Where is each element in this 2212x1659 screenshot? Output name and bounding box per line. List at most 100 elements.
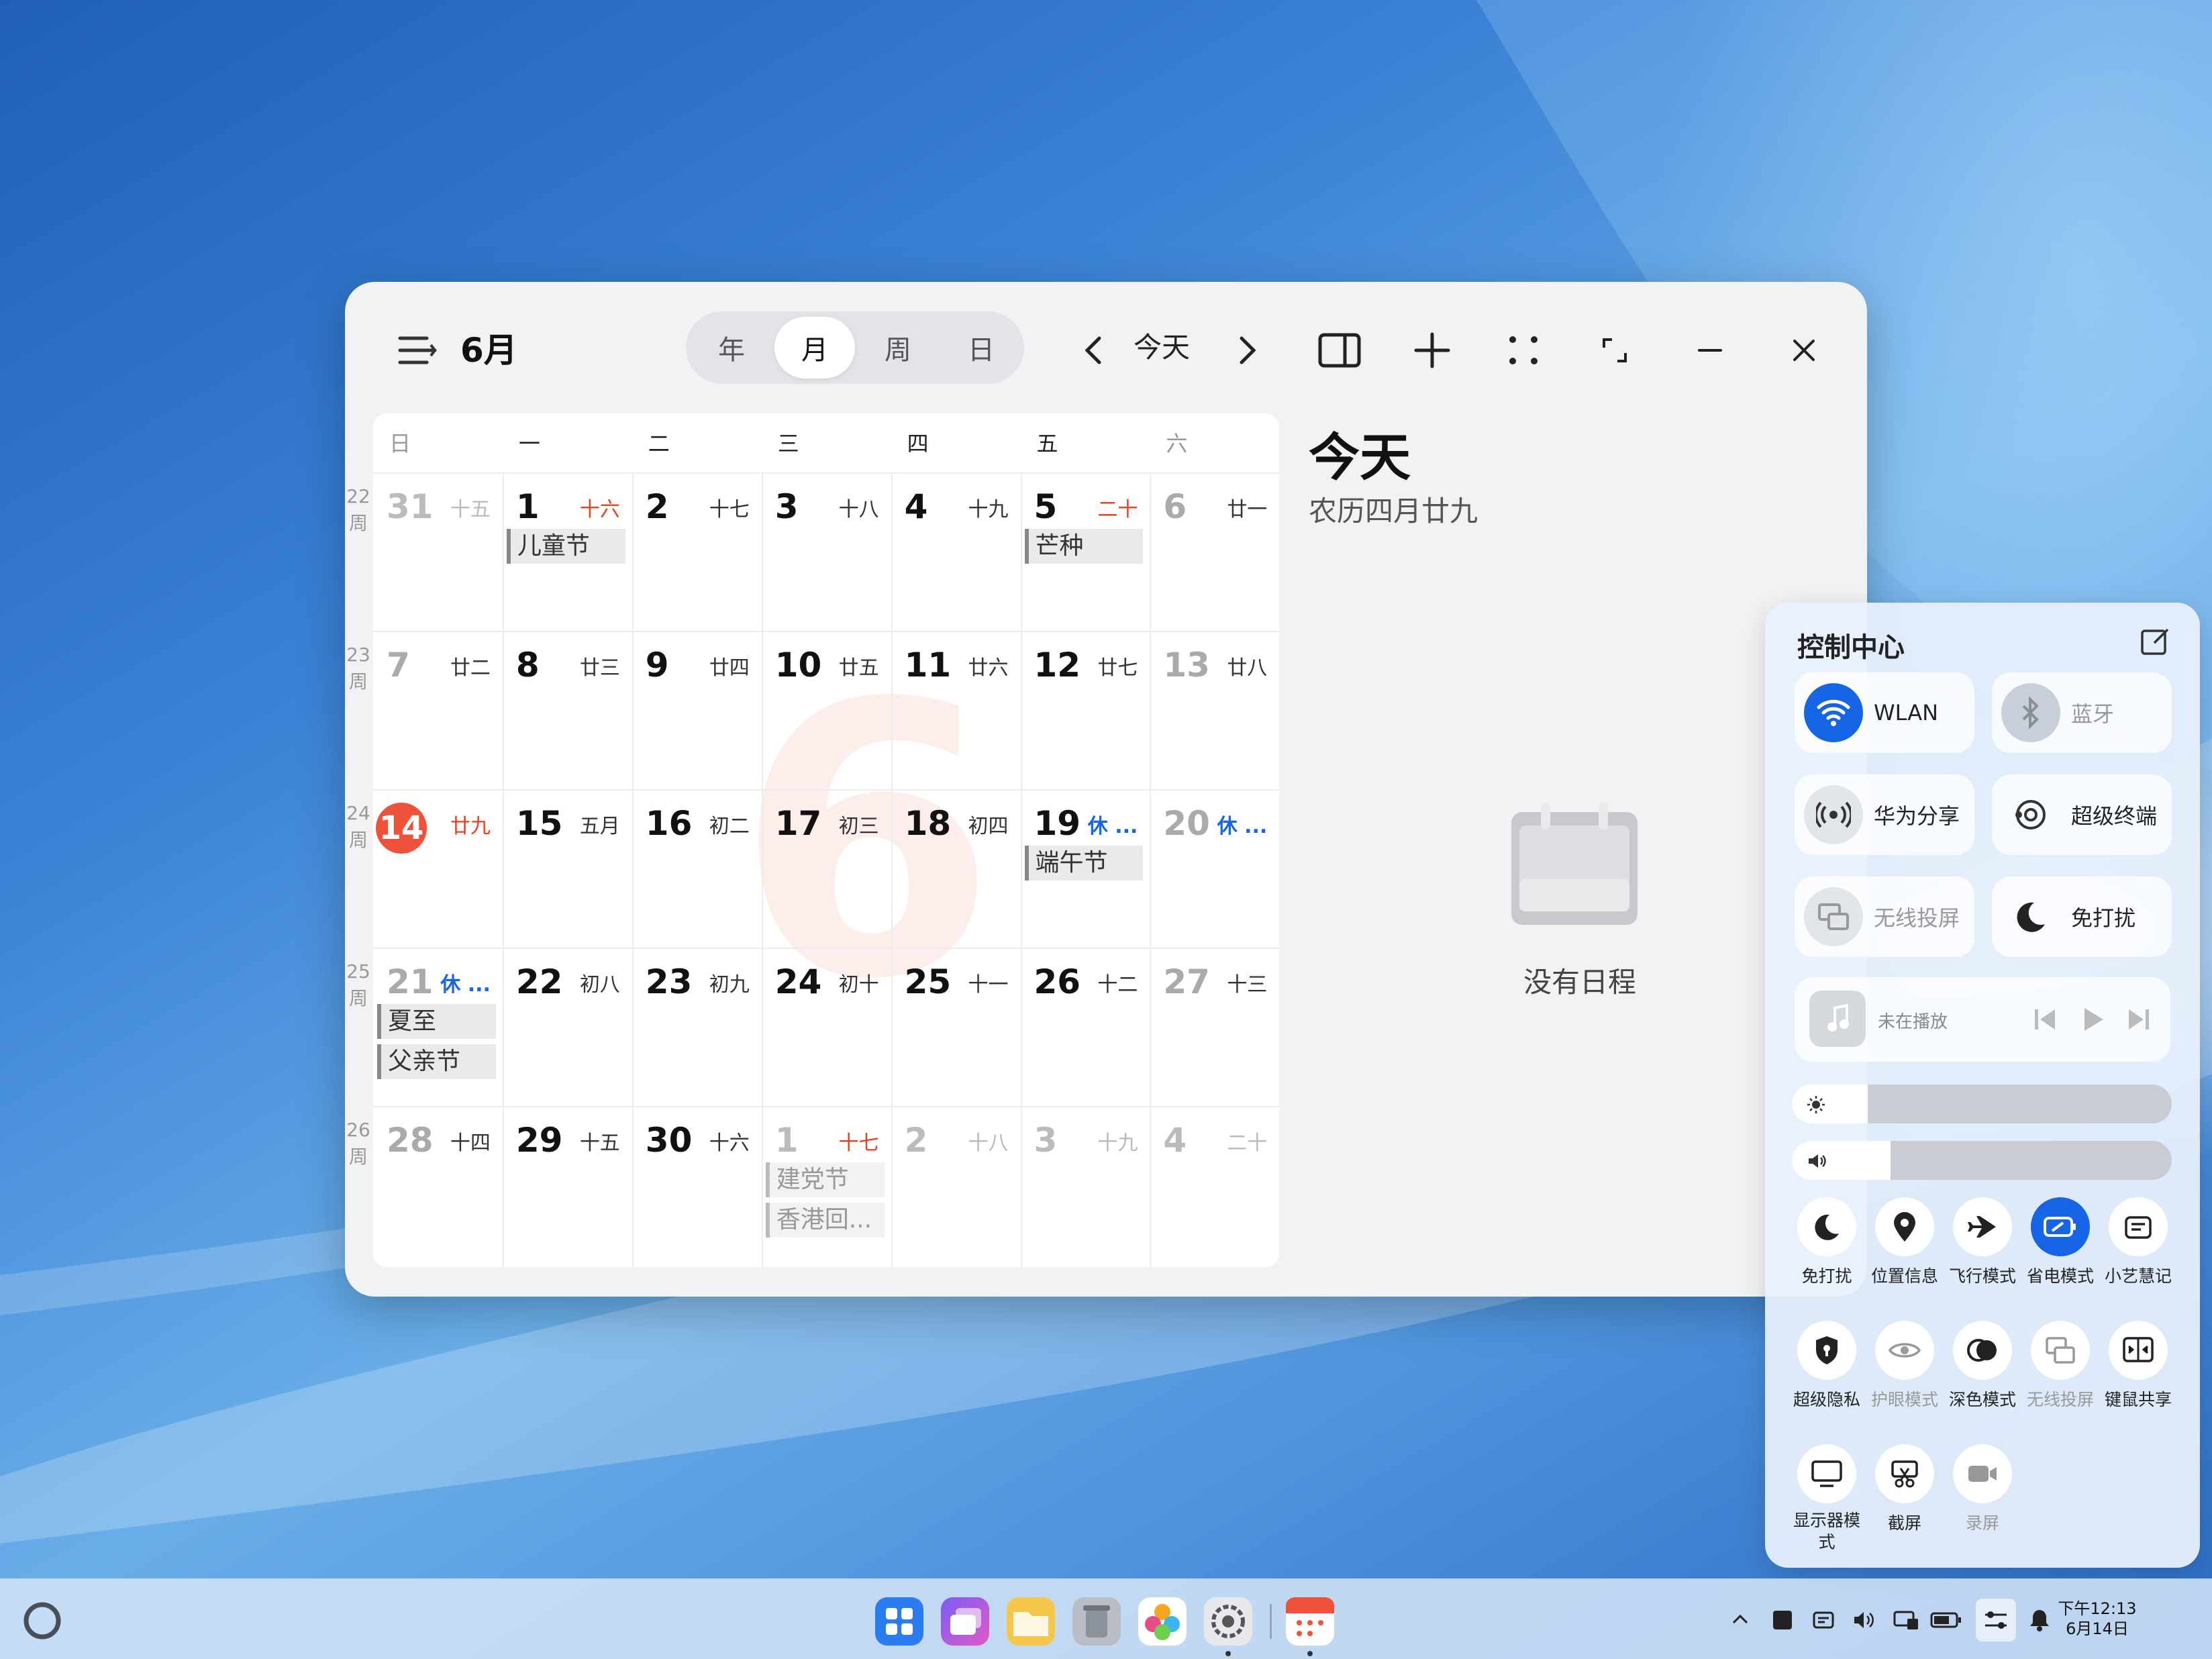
fullscreen-button[interactable]: [1588, 314, 1642, 387]
bluetooth-tile[interactable]: 蓝牙: [1992, 672, 2172, 753]
quick-location[interactable]: 位置信息: [1866, 1197, 1944, 1287]
tab-day[interactable]: 日: [941, 317, 1021, 379]
add-event-button[interactable]: [1405, 314, 1459, 387]
next-month-button[interactable]: [1224, 314, 1271, 387]
multitask-icon[interactable]: [941, 1597, 989, 1646]
day-number: 16: [645, 804, 693, 843]
lunar-day-label: 五月: [579, 815, 620, 838]
media-status: 未在播放: [1878, 1012, 1948, 1032]
day-number: 13: [1163, 646, 1210, 685]
gallery-icon[interactable]: [1138, 1597, 1187, 1646]
sidebar-toggle-button[interactable]: [385, 314, 450, 387]
quick-xiaoyi-notes[interactable]: 小艺慧记: [2099, 1197, 2177, 1287]
super-device-label: 超级终端: [2071, 803, 2158, 829]
next-track-icon[interactable]: [2125, 1007, 2152, 1032]
close-icon: [1793, 340, 1815, 361]
today-button[interactable]: 今天: [1134, 325, 1190, 366]
day-number: 29: [515, 1121, 563, 1160]
trash-icon[interactable]: [1072, 1597, 1121, 1646]
day-number: 17: [774, 804, 822, 843]
huawei-share-tile[interactable]: 华为分享: [1795, 774, 1974, 855]
edit-icon[interactable]: [2140, 625, 2172, 658]
quick-do-not-disturb[interactable]: 免打扰: [1788, 1197, 1866, 1287]
event-chip[interactable]: 夏至: [377, 1004, 496, 1039]
previous-track-icon[interactable]: [2032, 1007, 2059, 1032]
lunar-day-label: 廿二: [450, 656, 491, 680]
minimize-icon: [1698, 349, 1722, 352]
volume-icon[interactable]: [1852, 1609, 1876, 1631]
quick-dark-mode[interactable]: 深色模式: [1944, 1321, 2021, 1411]
event-chip[interactable]: 父亲节: [377, 1044, 496, 1079]
brightness-slider[interactable]: [1792, 1085, 2172, 1123]
settings-gear-icon[interactable]: [1204, 1597, 1252, 1646]
weekday-header: 五: [1036, 431, 1058, 456]
lunar-day-label: 廿四: [709, 656, 750, 680]
connection-icon[interactable]: [1893, 1609, 1919, 1631]
day-number: 4: [1163, 1121, 1187, 1160]
chevron-up-icon[interactable]: [1730, 1609, 1750, 1629]
lunar-day-label: 二十: [1227, 1132, 1268, 1155]
quick-screen-record[interactable]: 录屏: [1944, 1444, 2021, 1534]
fullscreen-icon: [1603, 338, 1627, 362]
day-number: 23: [645, 962, 693, 1001]
toggle-panel-button[interactable]: [1313, 314, 1366, 387]
event-chip[interactable]: 儿童节: [506, 529, 625, 564]
more-button[interactable]: [1497, 314, 1550, 387]
wlan-tile[interactable]: WLAN: [1795, 672, 1974, 753]
quick-wireless-projection[interactable]: 无线投屏: [2021, 1321, 2099, 1411]
tab-month[interactable]: 月: [774, 317, 855, 379]
control-center-toggle[interactable]: [1976, 1599, 2016, 1642]
notes-tray-icon[interactable]: [1812, 1609, 1835, 1631]
tab-year[interactable]: 年: [691, 317, 772, 379]
quick-screenshot[interactable]: 截屏: [1866, 1444, 1944, 1534]
airplane-icon: [1953, 1197, 2012, 1256]
lunar-day-label: 初四: [968, 815, 1009, 838]
quick-super-privacy-label: 超级隐私: [1793, 1390, 1860, 1409]
wireless-projection-tile[interactable]: 无线投屏: [1795, 876, 1974, 957]
super-device-tile[interactable]: 超级终端: [1992, 774, 2172, 855]
running-indicator: [1225, 1651, 1231, 1656]
calendar-app-icon[interactable]: [1286, 1597, 1334, 1646]
lunar-day-label: 初八: [579, 973, 620, 997]
tab-week[interactable]: 周: [858, 317, 938, 379]
taskbar-time: 下午12:13: [2058, 1599, 2137, 1618]
prev-month-button[interactable]: [1070, 314, 1117, 387]
week-number: 22 周: [346, 485, 370, 534]
lunar-day-label: 十九: [1097, 1132, 1138, 1155]
play-icon[interactable]: [2079, 1005, 2106, 1034]
files-icon[interactable]: [1007, 1597, 1055, 1646]
search-circle-icon[interactable]: [20, 1599, 64, 1643]
lunar-day-label: 十八: [968, 1132, 1009, 1155]
close-button[interactable]: [1777, 314, 1831, 387]
quick-power-saving[interactable]: 省电模式: [2021, 1197, 2099, 1287]
volume-slider[interactable]: [1792, 1141, 2172, 1180]
dock-separator: [1270, 1604, 1272, 1639]
day-number: 18: [904, 804, 952, 843]
quick-monitor-mode-label: 显示器模式: [1793, 1511, 1860, 1552]
event-chip[interactable]: 香港回...: [765, 1203, 885, 1238]
battery-icon[interactable]: [1930, 1609, 1964, 1631]
music-note-icon: [1809, 991, 1866, 1047]
do-not-disturb-tile[interactable]: 免打扰: [1992, 876, 2172, 957]
bell-icon[interactable]: [2028, 1608, 2051, 1632]
day-number: 8: [515, 646, 540, 685]
today-date-marker[interactable]: 14: [376, 803, 427, 854]
lunar-day-label: 二十: [1097, 498, 1138, 521]
taskbar-clock[interactable]: 下午12:13 6月14日: [2058, 1599, 2137, 1639]
day-number: 26: [1034, 962, 1081, 1001]
calendar-window: 6月 年 月 周 日 今天 6 日一二三四五六 31 十五 1 十六 2 十七 3 十八 4 十九 5…: [345, 282, 1867, 1297]
quick-monitor-mode[interactable]: 显示器模式: [1788, 1444, 1866, 1553]
minimize-button[interactable]: [1683, 314, 1737, 387]
month-grid: 6 日一二三四五六 31 十五 1 十六 2 十七 3 十八 4 十九 5 二十 6 廿一 7 廿二 8 廿三 9 廿四…: [373, 413, 1279, 1267]
quick-keyboard-mouse-share[interactable]: 键鼠共享: [2099, 1321, 2177, 1411]
input-method-icon[interactable]: [1772, 1609, 1793, 1631]
app-launcher-icon[interactable]: [875, 1597, 923, 1646]
event-chip[interactable]: 建党节: [765, 1162, 885, 1197]
quick-eye-comfort[interactable]: 护眼模式: [1866, 1321, 1944, 1411]
event-chip[interactable]: 芒种: [1024, 529, 1144, 564]
quick-airplane-mode[interactable]: 飞行模式: [1944, 1197, 2021, 1287]
quick-super-privacy[interactable]: 超级隐私: [1788, 1321, 1866, 1411]
do-not-disturb-label: 免打扰: [2071, 905, 2136, 931]
event-chip[interactable]: 端午节: [1024, 846, 1144, 881]
panel-title: 今天: [1309, 428, 1411, 487]
